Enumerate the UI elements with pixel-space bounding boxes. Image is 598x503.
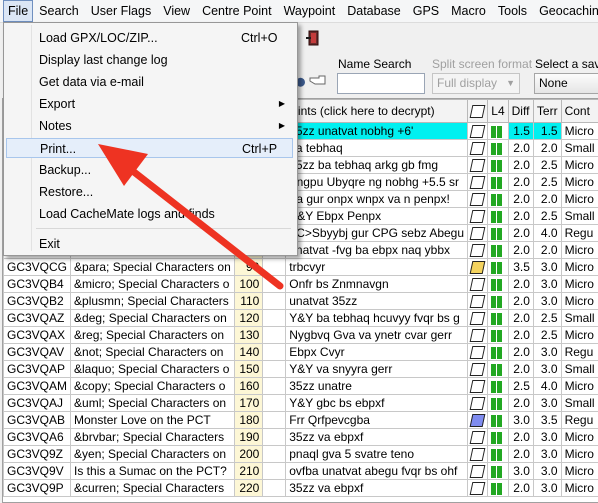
annotation-arrow [0,0,598,501]
